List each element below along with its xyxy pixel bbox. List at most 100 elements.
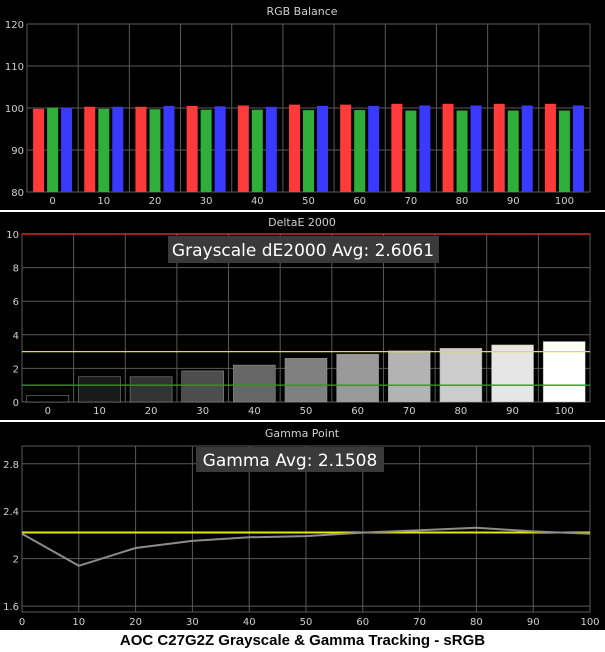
- rgb-bar-red-90: [493, 103, 505, 192]
- y-tick-label: 2: [13, 364, 19, 375]
- rgb-bar-red-60: [340, 104, 352, 192]
- x-tick-label: 100: [555, 406, 574, 417]
- rgb-bar-green-60: [354, 110, 366, 192]
- x-tick-label: 30: [200, 196, 213, 207]
- x-tick-label: 70: [404, 196, 417, 207]
- rgb-bar-green-100: [558, 110, 570, 192]
- y-tick-label: 90: [11, 146, 24, 157]
- x-tick-label: 80: [455, 406, 468, 417]
- y-tick-label: 10: [6, 230, 19, 241]
- rgb-bar-red-20: [135, 106, 147, 192]
- rgb-bar-red-100: [544, 103, 556, 192]
- x-tick-label: 40: [251, 196, 264, 207]
- y-tick-label: 2.4: [3, 507, 19, 518]
- chart-title-3: Gamma Point: [265, 427, 340, 440]
- x-tick-label: 70: [413, 617, 426, 628]
- y-tick-label: 0: [13, 398, 19, 409]
- rgb-bar-red-80: [442, 103, 454, 192]
- chart-title-2: DeltaE 2000: [268, 216, 336, 229]
- rgb-bar-red-70: [391, 103, 403, 192]
- x-tick-label: 20: [149, 196, 162, 207]
- x-tick-label: 40: [248, 406, 261, 417]
- delta-e-bar-30: [181, 370, 224, 403]
- figure-caption: AOC C27G2Z Grayscale & Gamma Tracking - …: [119, 632, 486, 649]
- rgb-bar-green-10: [98, 108, 110, 192]
- x-tick-label: 50: [300, 617, 313, 628]
- x-tick-label: 10: [93, 406, 106, 417]
- x-tick-label: 70: [403, 406, 416, 417]
- figure: RGB Balance 80 90 100 110 120 0 10 20 30 40 50 60 70 8…: [0, 0, 605, 652]
- delta-e-bar-40: [233, 364, 276, 403]
- x-tick-label: 80: [470, 617, 483, 628]
- rgb-bar-green-40: [251, 109, 263, 192]
- rgb-bar-red-40: [237, 105, 249, 192]
- x-tick-label: 50: [300, 406, 313, 417]
- x-tick-label: 80: [456, 196, 469, 207]
- delta-e-bar-100: [542, 341, 586, 403]
- rgb-bar-blue-10: [112, 106, 124, 192]
- x-tick-label: 40: [243, 617, 256, 628]
- rgb-bar-red-0: [33, 108, 45, 192]
- x-tick-label: 60: [356, 617, 369, 628]
- rgb-bar-blue-80: [470, 105, 482, 192]
- y-tick-label: 120: [5, 20, 24, 31]
- delta-e-bar-90: [491, 344, 534, 403]
- x-tick-label: 100: [580, 617, 599, 628]
- delta-e-bar-0: [26, 395, 70, 403]
- x-tick-label: 10: [72, 617, 85, 628]
- x-tick-label: 100: [555, 196, 574, 207]
- delta-e-bar-60: [336, 353, 379, 403]
- delta-e-bar-70: [388, 350, 431, 403]
- y-tick-label: 2.8: [3, 460, 19, 471]
- x-tick-label: 90: [527, 617, 540, 628]
- x-tick-label: 30: [186, 617, 199, 628]
- rgb-bar-red-50: [289, 104, 300, 192]
- rgb-bar-blue-30: [214, 106, 226, 192]
- rgb-bar-blue-70: [419, 105, 431, 192]
- x-tick-label: 30: [196, 406, 209, 417]
- x-tick-label: 90: [506, 406, 519, 417]
- rgb-bar-red-10: [84, 106, 96, 192]
- delta-e-bar-20: [129, 376, 173, 403]
- rgb-bar-blue-0: [61, 107, 73, 192]
- y-tick-label: 80: [11, 188, 24, 199]
- y-tick-label: 2: [13, 555, 19, 566]
- y-tick-label: 8: [13, 264, 19, 275]
- x-tick-label: 50: [302, 196, 315, 207]
- rgb-bar-blue-100: [572, 105, 584, 192]
- y-tick-label: 1.6: [3, 602, 19, 613]
- y-tick-label: 100: [5, 104, 24, 115]
- rgb-bar-green-30: [200, 109, 212, 192]
- y-tick-label: 110: [5, 62, 24, 73]
- x-tick-label: 20: [145, 406, 158, 417]
- rgb-bar-green-0: [47, 107, 59, 192]
- rgb-bar-blue-50: [317, 105, 328, 192]
- delta-e-bar-50: [284, 358, 328, 403]
- delta-e-bar-10: [78, 376, 121, 403]
- rgb-bar-green-90: [507, 110, 519, 192]
- rgb-bar-blue-60: [368, 105, 380, 192]
- y-tick-label: 4: [13, 331, 19, 342]
- x-tick-label: 60: [353, 196, 366, 207]
- rgb-bar-red-30: [186, 105, 198, 192]
- x-tick-label: 0: [49, 196, 55, 207]
- charts-canvas: RGB Balance80901001101200 10 20 30 40 50 60 70 8…: [0, 0, 605, 630]
- y-tick-label: 6: [13, 297, 19, 308]
- annotation-text: Gamma Avg: 2.1508: [203, 451, 378, 471]
- rgb-bar-green-20: [149, 109, 161, 192]
- x-tick-label: 60: [351, 406, 364, 417]
- delta-e-bar-80: [439, 347, 483, 403]
- x-tick-label: 0: [19, 617, 25, 628]
- x-tick-label: 90: [507, 196, 520, 207]
- rgb-bar-blue-90: [521, 105, 533, 192]
- rgb-bar-blue-20: [163, 105, 175, 192]
- annotation-text: Grayscale dE2000 Avg: 2.6061: [172, 241, 434, 261]
- x-tick-label: 0: [45, 406, 51, 417]
- rgb-bar-blue-40: [265, 106, 277, 192]
- rgb-bar-green-70: [405, 110, 417, 192]
- chart-title-1: RGB Balance: [266, 5, 337, 18]
- rgb-bar-green-50: [303, 110, 314, 192]
- x-tick-label: 10: [97, 196, 110, 207]
- x-tick-label: 20: [129, 617, 142, 628]
- rgb-bar-green-80: [456, 110, 468, 192]
